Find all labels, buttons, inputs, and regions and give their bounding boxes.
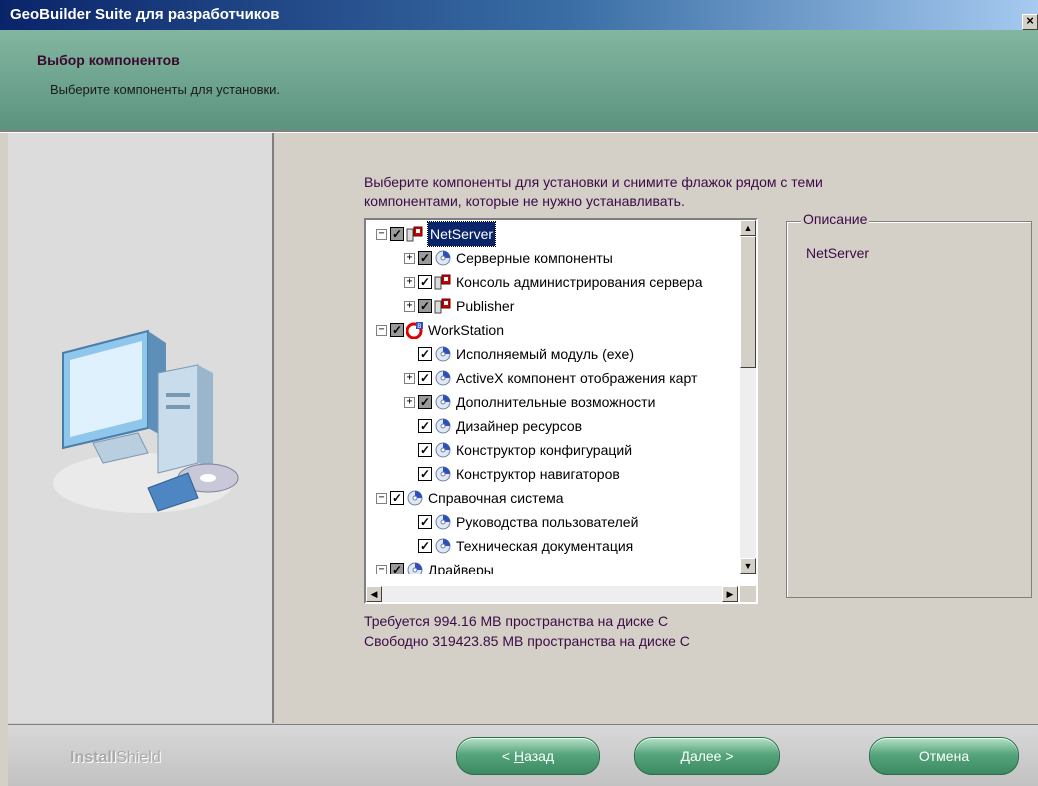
collapse-icon[interactable]: − bbox=[376, 565, 387, 574]
server-icon bbox=[406, 225, 424, 243]
checkbox[interactable]: ✓ bbox=[418, 299, 432, 313]
header-title: Выбор компонентов bbox=[37, 52, 180, 68]
back-prefix: < bbox=[501, 748, 514, 764]
tree-viewport: − ✓ NetServer + ✓ Серверные компоненты + ✓ Консо… bbox=[366, 220, 738, 574]
component-tree[interactable]: − ✓ NetServer + ✓ Серверные компоненты + ✓ Консо… bbox=[364, 218, 758, 604]
collapse-icon[interactable]: − bbox=[376, 325, 387, 336]
disk-icon bbox=[434, 465, 452, 483]
scroll-right-icon[interactable]: ▶ bbox=[722, 586, 738, 602]
header-subtitle: Выберите компоненты для установки. bbox=[50, 82, 281, 97]
next-button[interactable]: Далее > bbox=[634, 737, 780, 775]
disk-icon bbox=[434, 537, 452, 555]
disk-icon bbox=[434, 393, 452, 411]
checkbox[interactable]: ✓ bbox=[418, 419, 432, 433]
checkbox[interactable]: ✓ bbox=[418, 251, 432, 265]
tree-item-label: Дизайнер ресурсов bbox=[456, 418, 583, 434]
description-text: NetServer bbox=[806, 245, 870, 261]
checkbox[interactable]: ✓ bbox=[418, 347, 432, 361]
brand-part-shield: Shield bbox=[116, 749, 161, 766]
server-icon bbox=[434, 273, 452, 291]
disk-icon bbox=[434, 249, 452, 267]
checkbox[interactable]: ✓ bbox=[418, 275, 432, 289]
expand-icon[interactable]: + bbox=[404, 373, 415, 384]
tree-item-label: Publisher bbox=[456, 298, 515, 314]
next-hotkey: Д bbox=[680, 748, 690, 764]
left-panel bbox=[8, 133, 274, 723]
svg-text:B: B bbox=[417, 323, 421, 330]
disk-icon bbox=[406, 561, 424, 574]
checkbox[interactable]: ✓ bbox=[418, 443, 432, 457]
scroll-corner bbox=[740, 586, 756, 602]
checkbox[interactable]: ✓ bbox=[418, 467, 432, 481]
content-area: Выберите компоненты для установки и сним… bbox=[274, 133, 1038, 723]
disk-icon bbox=[434, 369, 452, 387]
title-bar: GeoBuilder Suite для разработчиков × bbox=[0, 0, 1038, 30]
tree-item-label: Справочная система bbox=[428, 490, 564, 506]
cancel-button[interactable]: Отмена bbox=[869, 737, 1019, 775]
checkbox[interactable]: ✓ bbox=[418, 539, 432, 553]
back-hotkey: Н bbox=[513, 748, 525, 764]
disk-icon bbox=[406, 489, 424, 507]
workstation-icon: B bbox=[405, 321, 424, 340]
next-label: алее > bbox=[689, 748, 734, 764]
disk-icon bbox=[434, 513, 452, 531]
wizard-footer: InstallShield < Назад Далее > Отмена bbox=[8, 724, 1038, 786]
expand-icon[interactable]: + bbox=[404, 253, 415, 264]
instructions: Выберите компоненты для установки и сним… bbox=[364, 173, 924, 211]
checkbox[interactable]: ✓ bbox=[418, 395, 432, 409]
collapse-icon[interactable]: − bbox=[376, 229, 387, 240]
brand-part-install: Install bbox=[70, 749, 117, 766]
expand-icon[interactable]: + bbox=[404, 277, 415, 288]
close-button[interactable]: × bbox=[1022, 14, 1038, 30]
wizard-header: Выбор компонентов Выберите компоненты дл… bbox=[0, 30, 1038, 130]
disk-space-info: Требуется 994.16 MB пространства на диск… bbox=[364, 611, 690, 651]
tree-item-label: ActiveX компонент отображения карт bbox=[456, 370, 698, 386]
checkbox[interactable]: ✓ bbox=[390, 323, 404, 337]
checkbox[interactable]: ✓ bbox=[390, 563, 404, 574]
tree-item-label: Дополнительные возможности bbox=[456, 394, 656, 410]
cancel-label: Отмена bbox=[918, 748, 970, 764]
tree-item-label: Серверные компоненты bbox=[456, 250, 613, 266]
back-label: азад bbox=[524, 748, 555, 764]
description-legend: Описание bbox=[801, 211, 870, 227]
scroll-left-icon[interactable]: ◀ bbox=[366, 586, 382, 602]
tree-item-label: Техническая документация bbox=[456, 538, 634, 554]
expand-icon[interactable]: + bbox=[404, 397, 415, 408]
disk-icon bbox=[434, 441, 452, 459]
checkbox[interactable]: ✓ bbox=[418, 371, 432, 385]
computer-illustration bbox=[53, 329, 239, 513]
tree-item-label: Драйверы bbox=[428, 562, 494, 574]
disk-required: Требуется 994.16 MB пространства на диск… bbox=[364, 613, 669, 629]
description-box bbox=[786, 221, 1032, 598]
disk-free: Свободно 319423.85 MB пространства на ди… bbox=[364, 633, 690, 649]
disk-icon bbox=[434, 345, 452, 363]
expand-icon[interactable]: + bbox=[404, 301, 415, 312]
tree-item-label: NetServer bbox=[426, 221, 497, 247]
scroll-thumb[interactable] bbox=[740, 236, 756, 368]
checkbox[interactable]: ✓ bbox=[418, 515, 432, 529]
tree-item-label: Конструктор конфигураций bbox=[456, 442, 633, 458]
instructions-line-2: компонентами, которые не нужно устанавли… bbox=[364, 193, 685, 209]
close-icon: × bbox=[1026, 13, 1034, 28]
back-button[interactable]: < Назад bbox=[456, 737, 600, 775]
installshield-logo: InstallShield bbox=[70, 749, 161, 767]
vertical-scrollbar[interactable]: ▲ ▼ bbox=[740, 220, 756, 574]
server-icon bbox=[434, 297, 452, 315]
disk-icon bbox=[434, 417, 452, 435]
checkbox[interactable]: ✓ bbox=[390, 227, 404, 241]
instructions-line-1: Выберите компоненты для установки и сним… bbox=[364, 174, 823, 190]
scroll-up-icon[interactable]: ▲ bbox=[740, 220, 756, 236]
tree-item-label: WorkStation bbox=[428, 322, 504, 338]
scroll-down-icon[interactable]: ▼ bbox=[740, 558, 756, 574]
window-title: GeoBuilder Suite для разработчиков bbox=[10, 6, 280, 23]
horizontal-scrollbar[interactable]: ◀ ▶ bbox=[366, 586, 738, 602]
tree-item-label: Конструктор навигаторов bbox=[456, 466, 620, 482]
tree-item-label: Исполняемый модуль (exe) bbox=[456, 346, 635, 362]
tree-item-label: Руководства пользователей bbox=[456, 514, 639, 530]
collapse-icon[interactable]: − bbox=[376, 493, 387, 504]
checkbox[interactable]: ✓ bbox=[390, 491, 404, 505]
tree-item-label: Консоль администрирования сервера bbox=[456, 274, 703, 290]
